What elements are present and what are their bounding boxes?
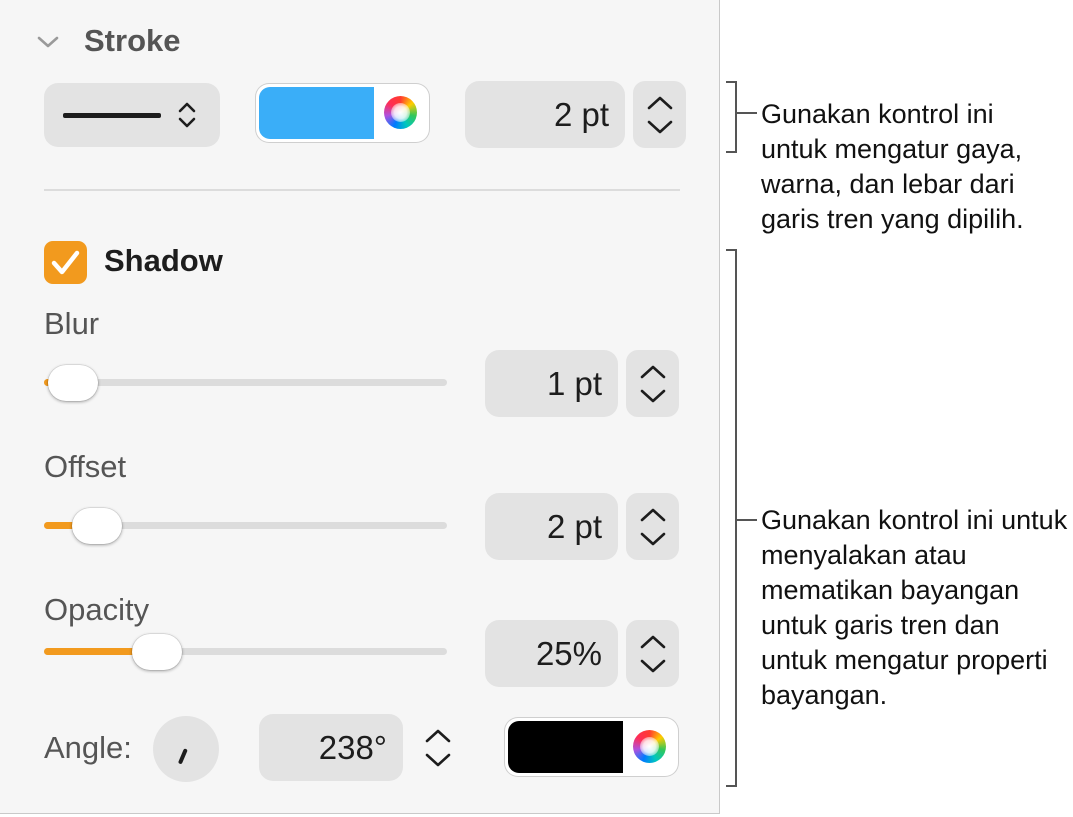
stroke-callout-text: Gunakan kontrol ini untuk mengatur gaya,… (761, 99, 1024, 234)
shadow-callout-text: Gunakan kontrol ini untuk menyalakan ata… (761, 505, 1068, 710)
chevron-updown-icon (176, 100, 198, 135)
angle-value: 238° (318, 728, 387, 766)
chevron-up-icon[interactable] (639, 507, 667, 523)
offset-value: 2 pt (546, 507, 602, 545)
chevron-up-icon[interactable] (639, 364, 667, 380)
chevron-up-icon[interactable] (424, 728, 452, 744)
stroke-style-popup[interactable] (44, 83, 220, 147)
blur-label: Blur (44, 306, 100, 341)
blur-value: 1 pt (546, 364, 602, 402)
shadow-color-well[interactable] (505, 718, 678, 776)
color-wheel-icon[interactable] (384, 96, 417, 129)
shadow-section-title: Shadow (104, 243, 223, 278)
stroke-width-field[interactable]: 2 pt (465, 81, 625, 148)
solid-line-icon (63, 113, 161, 118)
chevron-down-icon[interactable] (639, 658, 667, 674)
angle-field[interactable]: 238° (259, 714, 403, 781)
angle-dial-indicator (177, 748, 188, 765)
stroke-width-value: 2 pt (553, 95, 609, 133)
chevron-up-icon[interactable] (646, 95, 674, 111)
chevron-up-icon[interactable] (639, 634, 667, 650)
stroke-width-stepper[interactable] (633, 81, 686, 148)
angle-dial[interactable] (153, 716, 219, 782)
blur-stepper[interactable] (626, 350, 679, 417)
chevron-down-icon[interactable] (639, 388, 667, 404)
opacity-stepper[interactable] (626, 620, 679, 687)
angle-label: Angle: (44, 730, 132, 765)
opacity-value: 25% (535, 634, 602, 672)
stroke-color-well[interactable] (256, 84, 429, 142)
stroke-color-swatch[interactable] (259, 87, 374, 139)
offset-stepper[interactable] (626, 493, 679, 560)
offset-slider-knob[interactable] (72, 507, 123, 544)
opacity-label: Opacity (44, 592, 150, 627)
stroke-disclosure-chevron-icon[interactable] (36, 34, 60, 55)
checkmark-icon (51, 250, 80, 275)
chevron-down-icon[interactable] (639, 531, 667, 547)
format-sidebar: Stroke 2 pt Shadow Blur 1 pt Offset 2 pt… (0, 0, 720, 814)
opacity-field[interactable]: 25% (485, 620, 618, 687)
blur-slider-knob[interactable] (47, 364, 98, 401)
section-divider (44, 189, 680, 191)
stroke-section-title: Stroke (84, 23, 181, 58)
chevron-down-icon[interactable] (646, 119, 674, 135)
opacity-slider-knob[interactable] (132, 633, 183, 670)
offset-label: Offset (44, 449, 127, 484)
angle-stepper[interactable] (411, 714, 464, 781)
offset-field[interactable]: 2 pt (485, 493, 618, 560)
chevron-down-icon[interactable] (424, 752, 452, 768)
offset-slider[interactable] (44, 507, 447, 544)
blur-slider[interactable] (44, 364, 447, 401)
shadow-color-swatch[interactable] (508, 721, 623, 773)
opacity-slider[interactable] (44, 633, 447, 670)
color-wheel-icon[interactable] (633, 730, 666, 763)
blur-field[interactable]: 1 pt (485, 350, 618, 417)
shadow-checkbox[interactable] (44, 241, 87, 284)
